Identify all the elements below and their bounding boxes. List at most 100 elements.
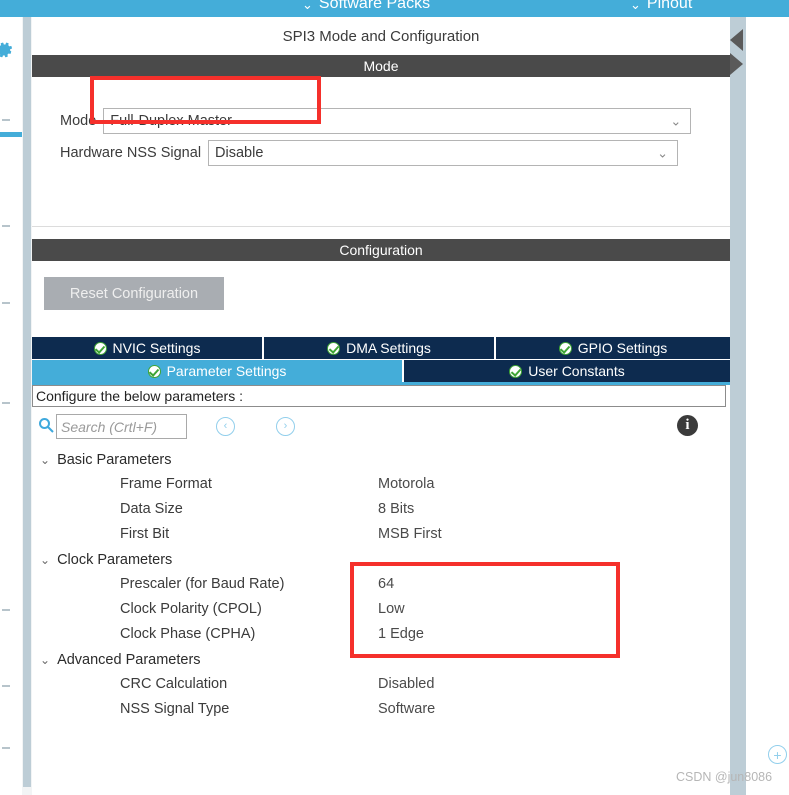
param-value-data-size[interactable]: 8 Bits [378, 497, 414, 522]
param-name-crc-calculation: CRC Calculation [120, 676, 228, 692]
parameter-tree: ⌄ Basic Parameters Frame Format Motorola… [32, 447, 726, 737]
tab-parameter-settings[interactable]: Parameter Settings [32, 360, 404, 382]
tree-group-row[interactable]: ⌄ Advanced Parameters [32, 647, 726, 672]
tree-item-row[interactable]: NSS Signal Type Software [32, 697, 726, 722]
triangle-right-icon[interactable] [730, 53, 743, 75]
rail-tick [2, 225, 10, 227]
mode-section-body: Mode Full-Duplex Master ⌄ Hardware NSS S… [32, 77, 730, 227]
param-value-clock-phase[interactable]: 1 Edge [378, 622, 424, 647]
tree-item-row[interactable]: CRC Calculation Disabled [32, 672, 726, 697]
param-name-data-size: Data Size [120, 501, 183, 517]
check-circle-icon [509, 364, 523, 378]
check-circle-icon [93, 341, 107, 355]
param-value-nss-signal-type[interactable]: Software [378, 697, 435, 722]
chevron-down-icon: ⌄ [630, 0, 641, 12]
mode-field-row: Mode Full-Duplex Master ⌄ [60, 108, 692, 134]
param-value-first-bit[interactable]: MSB First [378, 522, 442, 547]
watermark: CSDN @jun8086 [676, 770, 773, 784]
left-rail [0, 17, 22, 795]
info-glyph: i [685, 417, 690, 433]
hardware-nss-field-row: Hardware NSS Signal Disable ⌄ [60, 140, 679, 166]
search-input[interactable] [56, 414, 187, 439]
triangle-left-icon[interactable] [730, 29, 743, 51]
param-name-first-bit: First Bit [120, 526, 170, 542]
chevron-right-circle-icon[interactable]: › [276, 417, 295, 436]
check-circle-icon [327, 341, 341, 355]
mode-section-header: Mode [32, 55, 730, 77]
scrollbar-thumb[interactable] [23, 17, 31, 787]
parameter-search-row: ‹ › i [32, 411, 726, 443]
hardware-nss-field-label: Hardware NSS Signal [60, 145, 202, 161]
mode-combobox[interactable]: Full-Duplex Master ⌄ [103, 108, 692, 134]
spi-configuration-panel: SPI3 Mode and Configuration Mode Mode Fu… [32, 17, 760, 795]
settings-tab-row-primary: NVIC Settings DMA Settings GPIO Settings [32, 337, 730, 359]
chevron-down-icon: ⌄ [302, 0, 313, 12]
param-name-frame-format: Frame Format [120, 476, 212, 492]
tree-item-row[interactable]: Data Size 8 Bits [32, 497, 726, 522]
chevron-down-icon: ⌄ [657, 145, 669, 161]
tree-group-advanced-parameters[interactable]: ⌄ Advanced Parameters [40, 647, 201, 672]
top-menu-bar: ⌄ Software Packs ⌄ Pinout [0, 0, 789, 17]
configuration-section-body: Reset Configuration NVIC Settings DMA Se… [32, 261, 730, 795]
tree-item-row[interactable]: Prescaler (for Baud Rate) 64 [32, 572, 726, 597]
page-title: SPI3 Mode and Configuration [32, 17, 730, 55]
tree-group-label: Advanced Parameters [57, 651, 201, 668]
mode-combobox-value: Full-Duplex Master [110, 113, 232, 129]
tab-label: DMA Settings [346, 340, 431, 356]
configure-hint-bar: Configure the below parameters : [32, 385, 726, 407]
chevron-right-glyph: › [283, 420, 288, 432]
menu-item-label: Pinout [646, 0, 693, 12]
plus-circle-icon[interactable]: + [768, 745, 787, 764]
panel-edge-navigator[interactable] [730, 17, 746, 795]
chevron-left-circle-icon[interactable]: ‹ [216, 417, 235, 436]
chevron-left-glyph: ‹ [223, 420, 228, 432]
tree-group-clock-parameters[interactable]: ⌄ Clock Parameters [40, 547, 172, 572]
tree-group-row[interactable]: ⌄ Clock Parameters [32, 547, 726, 572]
configuration-section-header: Configuration [32, 239, 730, 261]
menu-item-software-packs[interactable]: ⌄ Software Packs [302, 0, 430, 16]
app-root: ⌄ Software Packs ⌄ Pinout SPI3 Mode and … [0, 0, 789, 795]
tree-item-row[interactable]: Clock Polarity (CPOL) Low [32, 597, 726, 622]
tree-group-row[interactable]: ⌄ Basic Parameters [32, 447, 726, 472]
menu-item-label: Software Packs [318, 0, 431, 12]
tree-group-label: Basic Parameters [57, 451, 172, 468]
chevron-down-icon[interactable]: ⌄ [40, 454, 50, 466]
check-circle-icon [147, 364, 161, 378]
rail-tick [2, 609, 10, 611]
tree-item-row[interactable]: Frame Format Motorola [32, 472, 726, 497]
param-name-clock-polarity: Clock Polarity (CPOL) [120, 601, 262, 617]
rail-tick [2, 302, 10, 304]
rail-accent-bar [0, 132, 22, 137]
rail-tick [2, 402, 10, 404]
tab-user-constants[interactable]: User Constants [404, 360, 730, 382]
mode-field-label: Mode [60, 113, 97, 129]
tree-item-row[interactable]: Clock Phase (CPHA) 1 Edge [32, 622, 726, 647]
rail-tick [2, 747, 10, 749]
tree-group-basic-parameters[interactable]: ⌄ Basic Parameters [40, 447, 172, 472]
check-circle-icon [558, 341, 572, 355]
tab-dma-settings[interactable]: DMA Settings [264, 337, 496, 359]
param-value-clock-polarity[interactable]: Low [378, 597, 405, 622]
search-icon [38, 417, 54, 433]
reset-configuration-button[interactable]: Reset Configuration [44, 277, 224, 310]
vertical-scrollbar[interactable] [22, 17, 32, 795]
tab-gpio-settings[interactable]: GPIO Settings [496, 337, 730, 359]
chevron-down-icon[interactable]: ⌄ [40, 554, 50, 566]
tab-nvic-settings[interactable]: NVIC Settings [32, 337, 264, 359]
info-icon[interactable]: i [677, 415, 698, 436]
param-value-frame-format[interactable]: Motorola [378, 472, 434, 497]
tab-label: GPIO Settings [577, 340, 668, 356]
plus-glyph: + [773, 746, 782, 763]
gear-icon[interactable] [0, 39, 15, 61]
tab-label: User Constants [528, 363, 625, 379]
param-value-prescaler[interactable]: 64 [378, 572, 394, 597]
menu-item-pinout[interactable]: ⌄ Pinout [630, 0, 692, 16]
rail-tick [2, 119, 10, 121]
chevron-down-icon[interactable]: ⌄ [40, 654, 50, 666]
tree-item-row[interactable]: First Bit MSB First [32, 522, 726, 547]
param-value-crc-calculation[interactable]: Disabled [378, 672, 434, 697]
param-name-nss-signal-type: NSS Signal Type [120, 701, 230, 717]
hardware-nss-combobox[interactable]: Disable ⌄ [208, 140, 679, 166]
param-name-prescaler: Prescaler (for Baud Rate) [120, 576, 285, 592]
param-name-clock-phase: Clock Phase (CPHA) [120, 626, 256, 642]
